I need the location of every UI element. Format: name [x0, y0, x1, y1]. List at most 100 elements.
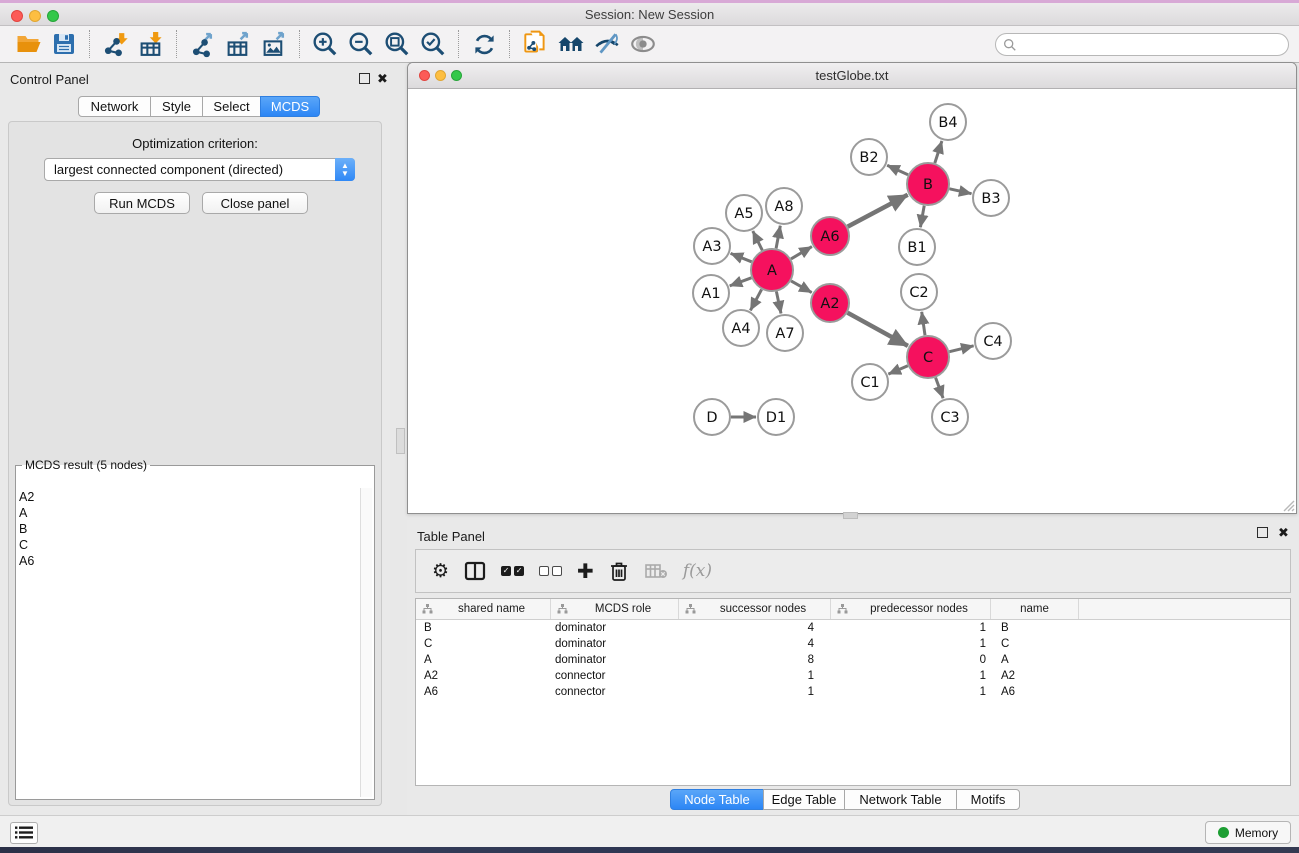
mcds-result-item[interactable]: B	[19, 521, 359, 537]
table-settings-gear-icon[interactable]: ⚙	[432, 560, 449, 582]
mcds-result-item[interactable]: A6	[19, 553, 359, 569]
delete-table-button[interactable]	[644, 562, 668, 580]
search-input[interactable]	[1017, 34, 1288, 55]
memory-button[interactable]: Memory	[1205, 821, 1291, 844]
zoom-out-button[interactable]	[343, 28, 379, 60]
table-row[interactable]: Adominator80A	[416, 652, 1290, 668]
tab-motifs[interactable]: Motifs	[956, 789, 1020, 810]
column-header-predecessor-nodes[interactable]: predecessor nodes	[831, 599, 991, 619]
column-header-successor-nodes[interactable]: successor nodes	[679, 599, 831, 619]
zoom-fit-button[interactable]	[379, 28, 415, 60]
column-header-name[interactable]: name	[991, 599, 1079, 619]
graph-node-C1[interactable]: C1	[852, 364, 888, 400]
graph-node-A4[interactable]: A4	[723, 310, 759, 346]
graph-node-A3[interactable]: A3	[694, 228, 730, 264]
tab-network-table[interactable]: Network Table	[844, 789, 957, 810]
column-header-shared-name[interactable]: shared name	[416, 599, 551, 619]
graph-edge-A-A6[interactable]	[791, 247, 812, 259]
show-hide-button[interactable]	[625, 28, 661, 60]
graph-node-A8[interactable]: A8	[766, 188, 802, 224]
graph-edge-A-A2[interactable]	[791, 281, 812, 293]
graph-edge-B-B1[interactable]	[920, 206, 924, 228]
graph-edge-A-A4[interactable]	[750, 289, 761, 310]
float-panel-icon[interactable]	[1257, 527, 1268, 538]
mcds-result-item[interactable]: A	[19, 505, 359, 521]
show-column-panel-button[interactable]	[464, 561, 486, 581]
graph-node-B2[interactable]: B2	[851, 139, 887, 175]
tab-node-table[interactable]: Node Table	[670, 789, 764, 810]
graph-edge-C-C2[interactable]	[922, 312, 925, 335]
import-table-button[interactable]	[133, 28, 169, 60]
function-builder-button[interactable]: f(x)	[683, 561, 712, 581]
add-column-button[interactable]: ✚	[577, 559, 594, 583]
export-table-button[interactable]	[220, 28, 256, 60]
table-row[interactable]: A2connector11A2	[416, 668, 1290, 684]
save-session-button[interactable]	[46, 28, 82, 60]
graph-edge-A-A1[interactable]	[730, 278, 752, 286]
graph-node-B4[interactable]: B4	[930, 104, 966, 140]
graph-edge-A-A5[interactable]	[753, 231, 763, 250]
graph-edge-A-A8[interactable]	[776, 226, 780, 249]
graph-node-A2[interactable]: A2	[811, 284, 849, 322]
refresh-view-button[interactable]	[466, 28, 502, 60]
graph-node-A5[interactable]: A5	[726, 195, 762, 231]
tab-mcds[interactable]: MCDS	[260, 96, 320, 117]
close-panel-icon[interactable]: ✖	[1278, 527, 1289, 538]
table-row[interactable]: Bdominator41B	[416, 620, 1290, 636]
tab-style[interactable]: Style	[150, 96, 203, 117]
graph-edge-B-B2[interactable]	[887, 165, 908, 175]
graph-edge-C-C3[interactable]	[936, 378, 944, 399]
graph-edge-A-A3[interactable]	[731, 253, 752, 261]
graph-node-C2[interactable]: C2	[901, 274, 937, 310]
export-image-button[interactable]	[256, 28, 292, 60]
mcds-result-item[interactable]: A2	[19, 489, 359, 505]
zoom-selected-button[interactable]	[415, 28, 451, 60]
task-history-button[interactable]	[10, 822, 38, 844]
graph-node-B[interactable]: B	[907, 163, 949, 205]
import-network-button[interactable]	[97, 28, 133, 60]
resize-grip-icon[interactable]	[1281, 498, 1295, 512]
tab-select[interactable]: Select	[202, 96, 261, 117]
search-field[interactable]	[995, 33, 1289, 56]
criterion-select[interactable]: largest connected component (directed) ▲…	[44, 158, 355, 181]
hide-graphics-details-button[interactable]	[589, 28, 625, 60]
tab-edge-table[interactable]: Edge Table	[763, 789, 845, 810]
zoom-in-button[interactable]	[307, 28, 343, 60]
graph-edge-B-B3[interactable]	[950, 189, 972, 194]
select-all-columns-button[interactable]: ✓ ✓	[501, 566, 524, 576]
main-titlebar[interactable]: Session: New Session	[0, 3, 1299, 26]
graph-node-C4[interactable]: C4	[975, 323, 1011, 359]
home-layout-button[interactable]	[553, 28, 589, 60]
close-panel-button[interactable]: Close panel	[202, 192, 308, 214]
graph-node-A[interactable]: A	[751, 249, 793, 291]
graph-node-A6[interactable]: A6	[811, 217, 849, 255]
graph-node-C3[interactable]: C3	[932, 399, 968, 435]
export-network-button[interactable]	[184, 28, 220, 60]
close-panel-icon[interactable]: ✖	[377, 73, 388, 84]
vertical-splitter-grip[interactable]	[396, 428, 405, 454]
horizontal-splitter-grip[interactable]	[843, 512, 858, 519]
graph-node-C[interactable]: C	[907, 336, 949, 378]
graph-node-A7[interactable]: A7	[767, 315, 803, 351]
delete-column-button[interactable]	[609, 560, 629, 582]
table-row[interactable]: Cdominator41C	[416, 636, 1290, 652]
graph-edge-B-B4[interactable]	[935, 141, 942, 163]
mcds-scrollbar[interactable]	[360, 488, 372, 797]
table-row[interactable]: A6connector11A6	[416, 684, 1290, 700]
graph-node-B3[interactable]: B3	[973, 180, 1009, 216]
duplicate-network-button[interactable]	[517, 28, 553, 60]
graph-node-A1[interactable]: A1	[693, 275, 729, 311]
graph-edge-A6-B[interactable]	[848, 195, 908, 227]
run-mcds-button[interactable]: Run MCDS	[94, 192, 190, 214]
graph-node-D1[interactable]: D1	[758, 399, 794, 435]
unselect-all-columns-button[interactable]	[539, 566, 562, 576]
network-canvas[interactable]: A A1 A2 A3 A4 A5 A6 A7 A8 B B1 B2 B3 B4 C C1 C2 C3 C4 D D1	[408, 89, 1296, 513]
graph-node-D[interactable]: D	[694, 399, 730, 435]
mcds-result-item[interactable]: C	[19, 537, 359, 553]
graph-node-B1[interactable]: B1	[899, 229, 935, 265]
graph-edge-A2-C[interactable]	[848, 313, 908, 346]
network-window-titlebar[interactable]: testGlobe.txt	[408, 63, 1296, 89]
tab-network[interactable]: Network	[78, 96, 151, 117]
column-header-mcds-role[interactable]: MCDS role	[551, 599, 679, 619]
graph-edge-C-C1[interactable]	[888, 366, 907, 374]
